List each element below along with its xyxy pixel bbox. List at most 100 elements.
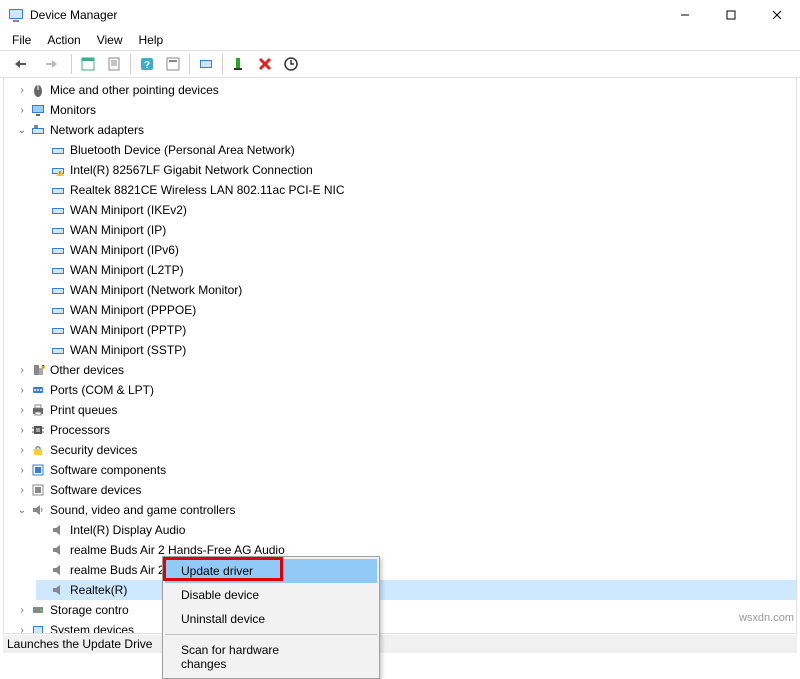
minimize-button[interactable]	[662, 0, 708, 30]
tree-node-audio-item[interactable]: realme Buds Air 2 Hands-Free AG Audio	[36, 540, 796, 560]
update-driver-button[interactable]	[279, 52, 303, 76]
back-button[interactable]	[5, 52, 35, 76]
network-adapter-warning-icon: !	[50, 162, 66, 178]
context-menu-scan-hardware[interactable]: Scan for hardware changes	[165, 638, 377, 676]
tree-node-net-item[interactable]: WAN Miniport (PPTP)	[36, 320, 796, 340]
system-device-icon	[30, 622, 46, 634]
menu-view[interactable]: View	[89, 31, 131, 49]
scan-hardware-button[interactable]	[194, 52, 218, 76]
context-menu-uninstall-device[interactable]: Uninstall device	[165, 607, 377, 631]
network-adapter-icon	[50, 282, 66, 298]
tree-label: Security devices	[50, 443, 137, 457]
tree-node-security-devices[interactable]: ›Security devices	[16, 440, 796, 460]
network-adapter-icon	[50, 222, 66, 238]
tree-label: WAN Miniport (IKEv2)	[70, 203, 187, 217]
tree-node-processors[interactable]: ›Processors	[16, 420, 796, 440]
network-adapter-icon	[50, 202, 66, 218]
tree-label: Other devices	[50, 363, 124, 377]
titlebar: Device Manager	[0, 0, 800, 30]
network-adapter-icon	[30, 122, 46, 138]
speaker-icon	[50, 542, 66, 558]
app-icon	[8, 7, 24, 23]
show-hide-console-button[interactable]	[76, 52, 100, 76]
tree-label: System devices	[50, 623, 134, 634]
tree-label: WAN Miniport (IP)	[70, 223, 166, 237]
speaker-icon	[30, 502, 46, 518]
tree-node-net-item[interactable]: WAN Miniport (SSTP)	[36, 340, 796, 360]
other-devices-icon: ?	[30, 362, 46, 378]
forward-button[interactable]	[37, 52, 67, 76]
tree-node-other-devices[interactable]: ›?Other devices	[16, 360, 796, 380]
tree-label: WAN Miniport (IPv6)	[70, 243, 179, 257]
ports-icon	[30, 382, 46, 398]
tree-node-software-components[interactable]: ›Software components	[16, 460, 796, 480]
tree-label: WAN Miniport (Network Monitor)	[70, 283, 242, 297]
tree-node-system-devices[interactable]: ›System devices	[16, 620, 796, 634]
tree-node-software-devices[interactable]: ›Software devices	[16, 480, 796, 500]
speaker-icon	[50, 522, 66, 538]
tree-label: realme Buds Air 2 Hands-Free AG Audio	[70, 543, 285, 557]
uninstall-button[interactable]	[253, 52, 277, 76]
maximize-button[interactable]	[708, 0, 754, 30]
mouse-icon	[30, 82, 46, 98]
tree-node-ports[interactable]: ›Ports (COM & LPT)	[16, 380, 796, 400]
tree-label: Software components	[50, 463, 166, 477]
tree-label: Monitors	[50, 103, 96, 117]
menu-help[interactable]: Help	[131, 31, 172, 49]
tree-node-net-item[interactable]: Bluetooth Device (Personal Area Network)	[36, 140, 796, 160]
network-adapter-icon	[50, 262, 66, 278]
tree-label: Bluetooth Device (Personal Area Network)	[70, 143, 295, 157]
monitor-icon	[30, 102, 46, 118]
tree-node-sound[interactable]: ⌄Sound, video and game controllers	[16, 500, 796, 520]
properties-button[interactable]	[102, 52, 126, 76]
tree-label: Sound, video and game controllers	[50, 503, 235, 517]
tree-node-net-item[interactable]: WAN Miniport (Network Monitor)	[36, 280, 796, 300]
device-tree[interactable]: ›Mice and other pointing devices ›Monito…	[3, 78, 797, 634]
tree-label: Network adapters	[50, 123, 144, 137]
network-adapter-icon	[50, 242, 66, 258]
menubar: File Action View Help	[0, 30, 800, 50]
tree-label: Mice and other pointing devices	[50, 83, 219, 97]
software-device-icon	[30, 482, 46, 498]
tree-node-storage[interactable]: ›Storage contro	[16, 600, 796, 620]
tree-node-network-adapters[interactable]: ⌄Network adapters	[16, 120, 796, 140]
tree-node-monitors[interactable]: ›Monitors	[16, 100, 796, 120]
context-menu-separator	[165, 634, 377, 635]
context-menu-update-driver[interactable]: Update driver	[165, 559, 377, 583]
status-bar: Launches the Update Drive	[3, 635, 797, 653]
tree-label: Realtek 8821CE Wireless LAN 802.11ac PCI…	[70, 183, 345, 197]
tree-node-realtek-selected[interactable]: Realtek(R)	[36, 580, 796, 600]
tree-label: Ports (COM & LPT)	[50, 383, 154, 397]
tree-node-net-item[interactable]: WAN Miniport (IPv6)	[36, 240, 796, 260]
tree-node-mice[interactable]: ›Mice and other pointing devices	[16, 80, 796, 100]
speaker-icon	[50, 562, 66, 578]
tree-node-audio-item[interactable]: realme Buds Air 2 Stereo	[36, 560, 796, 580]
tree-label: WAN Miniport (PPPOE)	[70, 303, 196, 317]
context-menu-disable-device[interactable]: Disable device	[165, 583, 377, 607]
tree-node-net-item[interactable]: WAN Miniport (L2TP)	[36, 260, 796, 280]
status-text: Launches the Update Drive	[7, 637, 152, 651]
tree-label: Processors	[50, 423, 110, 437]
action-button[interactable]	[161, 52, 185, 76]
menu-action[interactable]: Action	[39, 31, 88, 49]
tree-label: WAN Miniport (L2TP)	[70, 263, 184, 277]
tree-label: Realtek(R)	[70, 583, 127, 597]
tree-node-net-item[interactable]: WAN Miniport (IP)	[36, 220, 796, 240]
tree-node-net-item[interactable]: WAN Miniport (IKEv2)	[36, 200, 796, 220]
toolbar: ?	[0, 50, 800, 78]
tree-node-audio-item[interactable]: Intel(R) Display Audio	[36, 520, 796, 540]
watermark: wsxdn.com	[739, 612, 794, 624]
tree-node-net-item[interactable]: !Intel(R) 82567LF Gigabit Network Connec…	[36, 160, 796, 180]
enable-button[interactable]	[227, 52, 251, 76]
tree-label: WAN Miniport (PPTP)	[70, 323, 186, 337]
network-adapter-icon	[50, 322, 66, 338]
help-button[interactable]: ?	[135, 52, 159, 76]
menu-file[interactable]: File	[4, 31, 39, 49]
tree-node-print-queues[interactable]: ›Print queues	[16, 400, 796, 420]
tree-node-net-item[interactable]: WAN Miniport (PPPOE)	[36, 300, 796, 320]
tree-node-net-item[interactable]: Realtek 8821CE Wireless LAN 802.11ac PCI…	[36, 180, 796, 200]
network-adapter-icon	[50, 182, 66, 198]
network-adapter-icon	[50, 342, 66, 358]
storage-icon	[30, 602, 46, 618]
close-button[interactable]	[754, 0, 800, 30]
